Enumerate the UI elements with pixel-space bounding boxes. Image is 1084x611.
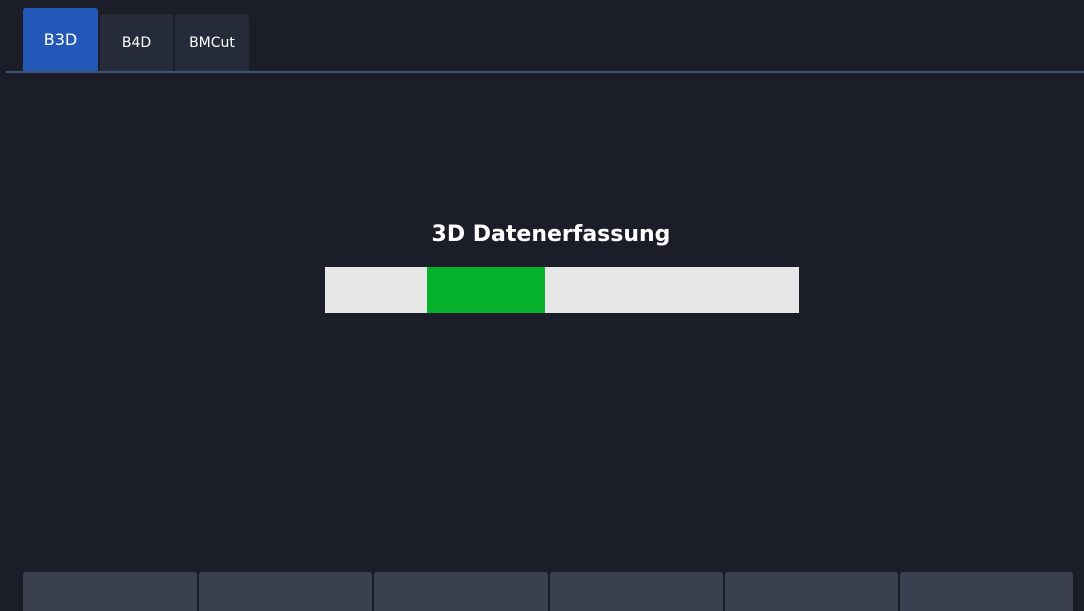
acquisition-progress-fill xyxy=(426,267,545,313)
softkey-bar xyxy=(23,572,1073,611)
mode-tab-bar: B3D B4D BMCut xyxy=(6,6,1084,73)
softkey-5[interactable] xyxy=(725,572,898,611)
softkey-1[interactable] xyxy=(23,572,197,611)
tab-b4d-label: B4D xyxy=(121,34,152,51)
softkey-3[interactable] xyxy=(374,572,548,611)
tab-b3d[interactable]: B3D xyxy=(23,8,98,71)
app-window: B3D B4D BMCut 3D Datenerfassung xyxy=(6,6,1084,611)
acquisition-title: 3D Datenerfassung xyxy=(431,222,671,247)
tab-b4d[interactable]: B4D xyxy=(100,14,173,71)
tab-bmcut[interactable]: BMCut xyxy=(175,14,249,71)
tab-bmcut-label: BMCut xyxy=(189,34,235,51)
softkey-6[interactable] xyxy=(900,572,1073,611)
softkey-4[interactable] xyxy=(550,572,723,611)
acquisition-progress-bar xyxy=(325,267,799,313)
softkey-2[interactable] xyxy=(199,572,372,611)
tab-b3d-label: B3D xyxy=(43,30,78,49)
tab-divider xyxy=(6,71,1084,73)
